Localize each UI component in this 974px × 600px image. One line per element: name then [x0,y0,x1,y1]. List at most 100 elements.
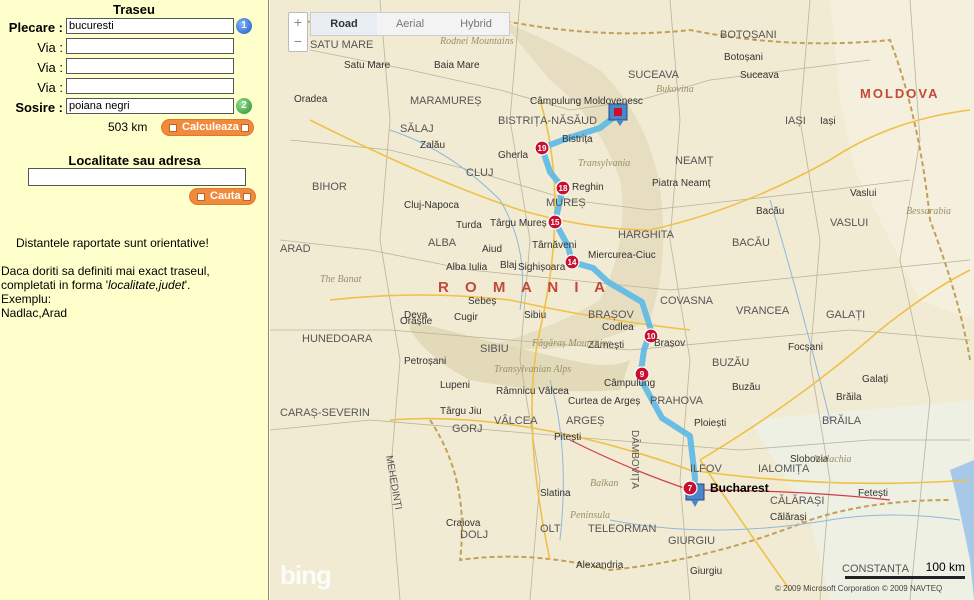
region-label: BISTRIȚA-NĂSĂUD [498,114,597,127]
terrain-label: The Banat [320,274,362,285]
region-label: ARAD [280,243,311,255]
button-square-icon [240,124,249,132]
city-label: Craiova [446,518,481,529]
city-label: Fetești [858,488,888,499]
city-label: Aiud [482,244,502,255]
region-label: TELEORMAN [588,523,657,535]
terrain-label: Transylvania [578,158,630,169]
region-label: CĂLĂRAȘI [770,494,824,507]
city-label: Gherla [498,150,528,161]
search-button[interactable]: Cauta [190,189,255,204]
city-label: Oradea [294,94,328,105]
tab-road[interactable]: Road [311,13,377,35]
map-controls: + − Road Aerial Hybrid [288,12,510,52]
terrain-label: Walachia [814,454,851,465]
help-line: Daca doriti sa definiti mai exact traseu… [1,264,210,278]
region-label: GIURGIU [668,535,715,547]
region-label: CARAȘ-SEVERIN [280,407,370,419]
region-label: HARGHITA [618,229,675,241]
city-label: Turda [456,220,482,231]
route-step-number: 18 [559,184,568,193]
via-input-2[interactable] [66,58,234,74]
city-label: Iași [820,116,836,127]
city-label: Sebeș [468,296,496,307]
map-view[interactable]: 19 18 15 14 10 9 7 SATU MARE MARAMUREȘ SUCEAVA… [270,0,974,600]
city-label: Satu Mare [344,60,391,71]
region-label: DÂMBOVIȚA [629,430,642,489]
zoom-in-button[interactable]: + [289,13,307,32]
route-step-number: 14 [568,258,577,267]
region-label: CLUJ [466,167,494,179]
city-label: Curtea de Argeș [568,396,640,407]
region-label: BACĂU [732,236,770,249]
route-step-marker-icon[interactable]: 14 [564,254,580,270]
city-label: Baia Mare [434,60,480,71]
city-label: Codlea [602,322,634,333]
scale-label: 100 km [925,560,965,574]
country-label: MOLDOVA [860,86,939,101]
region-label: VÂLCEA [494,414,538,427]
city-label: Râmnicu Vâlcea [496,386,569,397]
route-step-marker-icon[interactable]: 15 [547,214,563,230]
route-step-marker-icon[interactable]: 19 [534,140,550,156]
city-label: Brașov [654,338,685,349]
city-label: Bucharest [710,481,769,495]
city-label: Alexandria [576,560,624,571]
region-label: BRĂILA [822,414,862,427]
end-row: Sosire : 2 [0,98,269,118]
route-distance: 503 km [108,120,148,134]
city-label: Călărași [770,512,807,523]
via-input-3[interactable] [66,78,234,94]
address-search-input[interactable] [28,168,246,186]
map-style-tabs: Road Aerial Hybrid [310,12,510,36]
terrain-label: Rodnei Mountains [439,36,514,47]
region-label: NEAMȚ [675,155,714,167]
terrain-label: Bessarabia [906,206,951,217]
city-label: Buzău [732,382,760,393]
route-step-marker-icon[interactable]: 18 [555,180,571,196]
route-panel: Traseu Plecare : 1 Via : Via : Via : Sos… [0,0,269,600]
region-label: PRAHOVA [650,395,704,407]
city-label: Brăila [836,392,862,403]
region-label: GORJ [452,423,483,435]
zoom-out-button[interactable]: − [289,32,307,51]
city-label: Bistrița [562,134,593,145]
region-label: DOLJ [460,529,488,541]
terrain-label: Balkan [590,478,618,489]
city-label: Bacău [756,206,784,217]
start-input[interactable] [66,18,234,34]
city-label: Zalău [420,140,445,151]
via-label: Via : [37,40,63,55]
end-input[interactable] [66,98,234,114]
country-label: R O M A N I A [438,279,611,296]
city-label: Târnăveni [532,240,576,251]
zoom-control: + − [288,12,308,52]
via-input-1[interactable] [66,38,234,54]
city-label: Câmpulung [604,378,655,389]
tab-aerial[interactable]: Aerial [377,13,443,35]
region-label: ARGEȘ [566,415,605,427]
route-step-number: 19 [538,144,547,153]
city-label: Sibiu [524,310,546,321]
city-label: Petroșani [404,356,446,367]
region-label: HUNEDOARA [302,333,373,345]
tab-hybrid[interactable]: Hybrid [443,13,509,35]
city-label: Lupeni [440,380,470,391]
region-label: VRANCEA [736,305,790,317]
city-label: Blaj [500,260,517,271]
region-label: IAȘI [785,115,806,127]
map-canvas[interactable]: 191815141097 SATU MARE MARAMUREȘ SUCEAVA… [270,0,974,600]
city-label: Orăștie [400,316,433,327]
region-label: MUREȘ [546,197,586,209]
route-step-marker-icon[interactable]: 7 [682,480,698,496]
button-square-icon [242,193,251,201]
city-label: Câmpulung Moldovenesc [530,96,643,107]
scale-bar [845,576,965,579]
via-row-2: Via : [0,58,269,78]
search-button-label: Cauta [210,190,241,202]
city-label: Vaslui [850,188,877,199]
terrain-label: Bukovina [656,84,694,95]
terrain-label: Peninsula [569,510,610,521]
search-title: Localitate sau adresa [68,153,201,168]
calculate-button[interactable]: Calculeaza [162,120,253,135]
